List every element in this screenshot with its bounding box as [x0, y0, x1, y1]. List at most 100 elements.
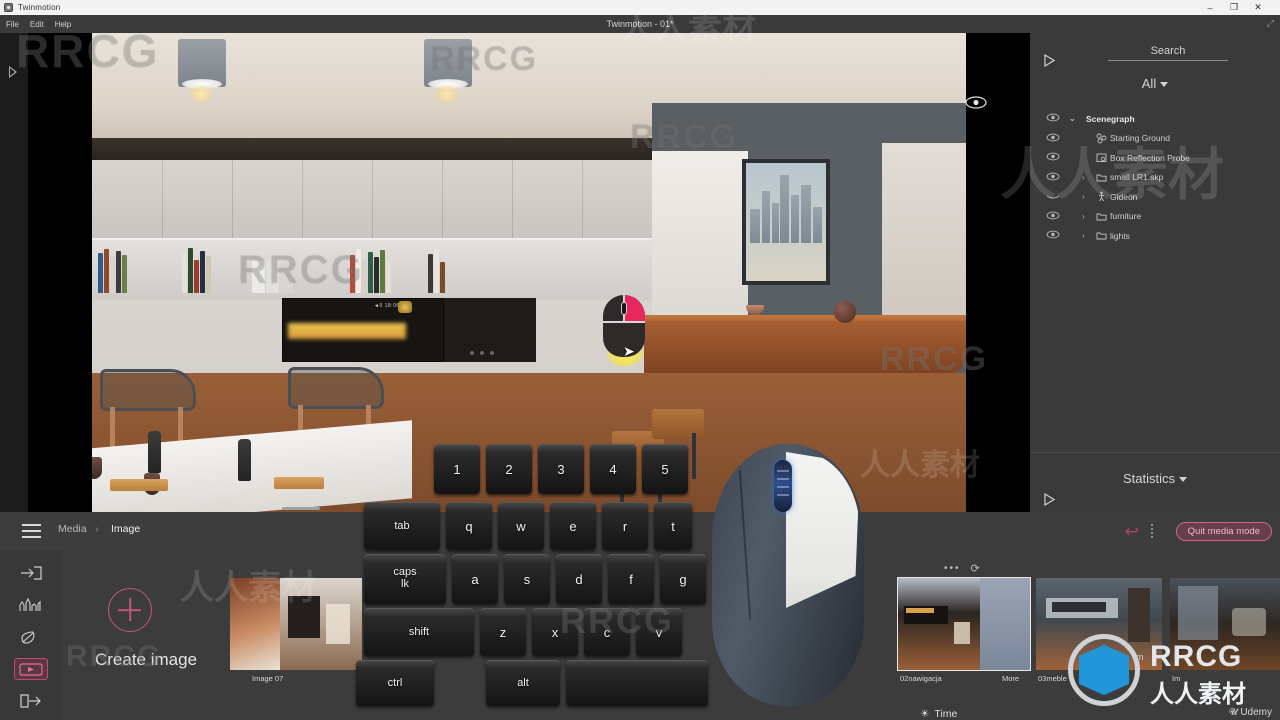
tree-label: Scenegraph: [1086, 113, 1135, 124]
resize-grip-icon[interactable]: ⤢: [1267, 18, 1274, 29]
media-thumbnail[interactable]: [897, 577, 1031, 671]
quit-media-mode-button[interactable]: Quit media mode: [1175, 522, 1272, 541]
folder-icon: [1096, 172, 1107, 183]
key-2[interactable]: 2: [486, 444, 532, 494]
visibility-eye-icon[interactable]: [1046, 133, 1060, 145]
key-a[interactable]: a: [452, 554, 498, 604]
scene-panel-header: Search All: [1030, 33, 1280, 91]
key-w[interactable]: w: [498, 502, 544, 550]
viewport-3d[interactable]: ◄0 18:06 ➤: [28, 33, 1030, 512]
key-d[interactable]: d: [556, 554, 602, 604]
statistics-label: Statistics: [1122, 471, 1175, 486]
vegetation-icon[interactable]: [16, 626, 46, 648]
tree-chevron-icon[interactable]: ›: [1082, 212, 1085, 221]
plus-circle-icon[interactable]: [108, 588, 152, 632]
tree-chevron-icon[interactable]: ⌄: [1069, 114, 1076, 123]
key-v[interactable]: v: [636, 608, 682, 656]
media-icon[interactable]: [14, 658, 48, 680]
key-alt[interactable]: alt: [486, 660, 560, 706]
import-icon[interactable]: [16, 562, 46, 584]
export-icon[interactable]: [16, 690, 46, 712]
key-ctrl[interactable]: ctrl: [356, 660, 434, 706]
tree-chevron-icon[interactable]: ›: [1082, 231, 1085, 240]
cursor-arrow-icon: ➤: [623, 343, 635, 359]
tree-label: small LR1.skp: [1110, 172, 1164, 183]
key-caps-lock[interactable]: caps lk: [364, 554, 446, 604]
create-image-zone[interactable]: Create image: [62, 550, 230, 720]
visibility-eye-icon[interactable]: [1046, 113, 1060, 125]
tree-row[interactable]: › furniture: [1030, 207, 1280, 227]
menu-item-help[interactable]: Help: [55, 20, 71, 29]
tree-row[interactable]: Starting Ground: [1030, 129, 1280, 149]
filter-dropdown-label: All: [1141, 76, 1157, 91]
rrcg-logo-prefix: lm: [1134, 652, 1144, 662]
scene-window-sky: [746, 163, 826, 281]
key-e[interactable]: e: [550, 502, 596, 550]
tree-label: lights: [1110, 230, 1130, 241]
expand-left-panel-icon-inner: [10, 68, 15, 76]
tree-row[interactable]: ⌄ Scenegraph: [1030, 109, 1280, 129]
window-close-button[interactable]: ✕: [1246, 0, 1270, 15]
key-space[interactable]: [566, 660, 708, 706]
create-image-label: Create image: [94, 650, 198, 669]
tree-row[interactable]: › Gideon: [1030, 187, 1280, 207]
visibility-eye-icon[interactable]: [1046, 152, 1060, 164]
key-4[interactable]: 4: [590, 444, 636, 494]
rrcg-logo-text: RRCG: [1150, 640, 1243, 673]
menu-item-edit[interactable]: Edit: [30, 20, 44, 29]
tree-row[interactable]: › small LR1.skp: [1030, 168, 1280, 188]
hamburger-icon[interactable]: [22, 524, 41, 538]
key-tab[interactable]: tab: [364, 502, 440, 550]
window-minimize-button[interactable]: –: [1198, 0, 1222, 15]
filter-dropdown[interactable]: All: [1030, 76, 1280, 91]
key-c[interactable]: c: [584, 608, 630, 656]
key-5[interactable]: 5: [642, 444, 688, 494]
media-thumbnail[interactable]: [230, 578, 362, 670]
search-input[interactable]: Search: [1108, 45, 1228, 61]
chevron-down-icon: [1160, 82, 1169, 88]
more-dots-icon[interactable]: •••: [944, 563, 961, 574]
visibility-eye-icon[interactable]: [1046, 211, 1060, 223]
visibility-eye-icon[interactable]: [1046, 172, 1060, 184]
scene-chair-1: [100, 369, 196, 459]
key-1[interactable]: 1: [434, 444, 480, 494]
tree-row[interactable]: › lights: [1030, 226, 1280, 246]
key-s[interactable]: s: [504, 554, 550, 604]
key-3[interactable]: 3: [538, 444, 584, 494]
os-title-bar: Twinmotion: [0, 0, 1280, 15]
rrcg-logo: lm RRCG 人人素材: [1062, 628, 1278, 714]
media-more-label[interactable]: More: [1002, 674, 1019, 683]
viewport-visibility-eye-icon[interactable]: [963, 91, 989, 113]
key-z[interactable]: z: [480, 608, 526, 656]
key-q[interactable]: q: [446, 502, 492, 550]
viewport-letterbox-left: [28, 33, 92, 512]
visibility-eye-off-icon[interactable]: [1046, 191, 1060, 203]
window-maximize-button[interactable]: ❐: [1222, 0, 1246, 15]
refresh-icon[interactable]: ⟳: [971, 562, 980, 575]
breadcrumb-media[interactable]: Media: [58, 523, 87, 535]
urban-icon[interactable]: [16, 594, 46, 616]
ceiling-light-1: [178, 39, 226, 89]
undo-icon[interactable]: ↩: [1125, 522, 1139, 542]
media-thumbnail-label: Image 07: [252, 674, 284, 683]
key-shift[interactable]: shift: [364, 608, 474, 656]
key-x[interactable]: x: [532, 608, 578, 656]
collapse-statistics-icon[interactable]: [1044, 492, 1056, 511]
tree-chevron-icon[interactable]: ›: [1082, 192, 1085, 201]
key-f[interactable]: f: [608, 554, 654, 604]
key-r[interactable]: r: [602, 502, 648, 550]
menu-item-file[interactable]: File: [6, 20, 19, 29]
breadcrumb-image[interactable]: Image: [111, 523, 140, 535]
tree-chevron-icon[interactable]: ›: [1082, 173, 1085, 182]
time-control[interactable]: ☀ Time: [920, 708, 957, 720]
key-g[interactable]: g: [660, 554, 706, 604]
tree-row[interactable]: Box Reflection Probe: [1030, 148, 1280, 168]
statistics-section[interactable]: Statistics: [1030, 452, 1280, 512]
key-t[interactable]: t: [654, 502, 692, 550]
drag-handle[interactable]: [1151, 524, 1153, 539]
rendered-scene: ◄0 18:06 ➤: [92, 33, 966, 512]
statistics-dropdown[interactable]: Statistics: [1030, 471, 1280, 486]
scene-knife: [282, 507, 320, 510]
visibility-eye-icon[interactable]: [1046, 230, 1060, 242]
collapse-scene-panel-icon[interactable]: [1044, 53, 1056, 72]
